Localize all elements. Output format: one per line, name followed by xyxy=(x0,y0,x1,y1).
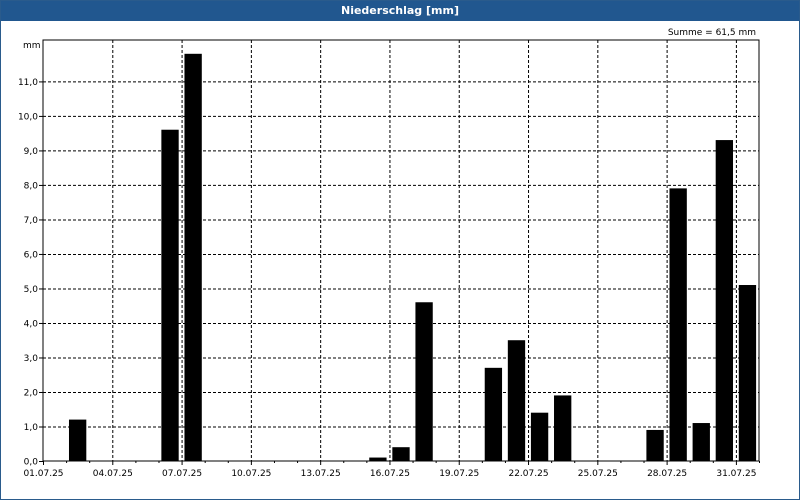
bar-28.07.25 xyxy=(669,188,687,461)
bars xyxy=(68,53,757,461)
x-tick-label: 25.07.25 xyxy=(578,469,618,479)
y-axis-label: mm xyxy=(23,41,41,51)
y-tick-label: 1,0 xyxy=(24,423,39,433)
y-tick-label: 2,0 xyxy=(24,388,39,398)
bar-07.07.25 xyxy=(184,53,202,461)
chart-title: Niederschlag [mm] xyxy=(1,1,799,21)
bar-16.07.25 xyxy=(392,447,410,461)
bar-27.07.25 xyxy=(646,429,664,461)
x-tick-label: 16.07.25 xyxy=(370,469,410,479)
bar-20.07.25 xyxy=(484,367,503,461)
y-tick-label: 7,0 xyxy=(24,216,39,226)
bar-22.07.25 xyxy=(530,412,549,461)
grid xyxy=(43,40,759,461)
x-tick-label: 01.07.25 xyxy=(23,469,63,479)
bar-29.07.25 xyxy=(692,423,710,461)
bar-15.07.25 xyxy=(369,457,387,461)
y-tick-label: 11,0 xyxy=(18,78,38,88)
x-tick-label: 31.07.25 xyxy=(716,469,756,479)
bar-31.07.25 xyxy=(738,285,757,461)
chart-window: Niederschlag [mm] 0,0 1,0 2,0 3,0 4,0 5,0 6,0 7… xyxy=(0,0,800,500)
y-tick-label: 3,0 xyxy=(24,354,39,364)
y-tick-label: 4,0 xyxy=(24,319,39,329)
y-tick-label: 0,0 xyxy=(24,458,39,468)
bar-21.07.25 xyxy=(507,340,526,461)
bar-30.07.25 xyxy=(715,140,734,461)
x-tick-label: 13.07.25 xyxy=(301,469,341,479)
plot-frame xyxy=(42,39,760,462)
x-tick-label: 04.07.25 xyxy=(93,469,133,479)
bar-06.07.25 xyxy=(161,129,179,461)
bar-23.07.25 xyxy=(554,395,572,461)
y-tick-label: 5,0 xyxy=(24,285,39,295)
x-tick-label: 19.07.25 xyxy=(439,469,479,479)
y-tick-label: 6,0 xyxy=(24,250,39,260)
x-tick-label: 22.07.25 xyxy=(508,469,548,479)
precipitation-chart: 0,0 1,0 2,0 3,0 4,0 5,0 6,0 7,0 8,0 9,0 10,0 11,0 01… xyxy=(18,28,760,479)
x-tick-label: 07.07.25 xyxy=(162,469,202,479)
bar-02.07.25 xyxy=(68,419,87,461)
x-tick-label: 28.07.25 xyxy=(647,469,687,479)
y-tick-label: 9,0 xyxy=(24,147,39,157)
y-tick-label: 10,0 xyxy=(18,112,38,122)
y-tick-label: 8,0 xyxy=(24,181,39,191)
bar-17.07.25 xyxy=(415,302,433,461)
x-tick-label: 10.07.25 xyxy=(231,469,271,479)
axes: 0,0 1,0 2,0 3,0 4,0 5,0 6,0 7,0 8,0 9,0 10,0 11,0 01… xyxy=(18,39,760,479)
sum-annotation: Summe = 61,5 mm xyxy=(668,28,756,38)
